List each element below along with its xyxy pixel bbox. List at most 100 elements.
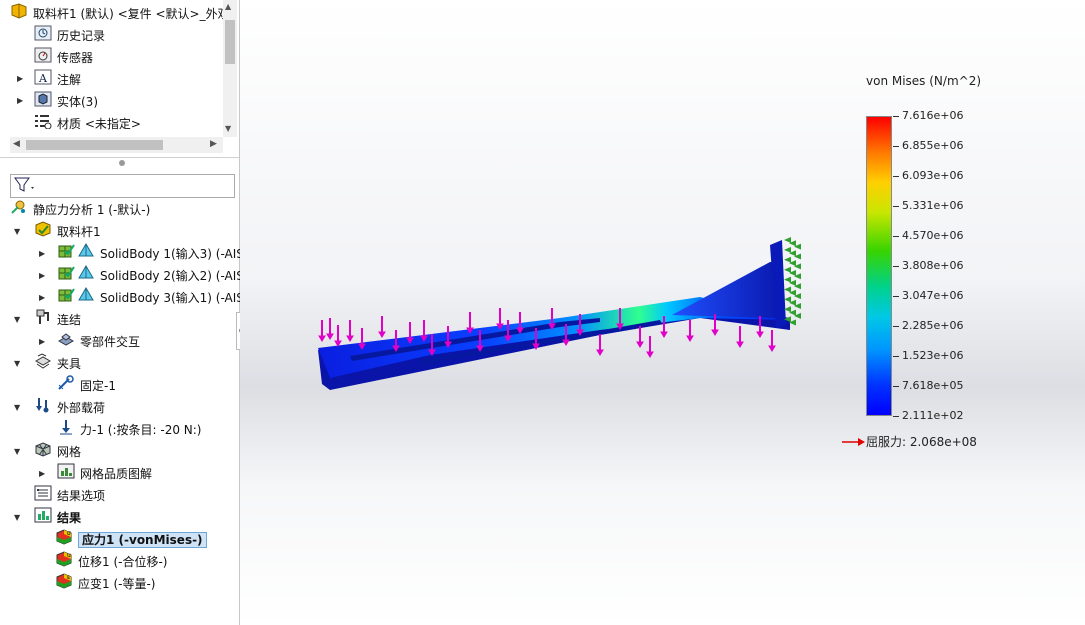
fixed-geometry-icon bbox=[57, 375, 75, 398]
solid-body-icon bbox=[77, 265, 95, 288]
sensors-item[interactable]: 传感器 bbox=[34, 47, 93, 68]
svg-text:ε: ε bbox=[67, 574, 70, 581]
yield-indicator: 屈服力: 2.068e+08 bbox=[842, 433, 977, 450]
svg-text:u: u bbox=[67, 552, 71, 559]
svg-text:A: A bbox=[38, 72, 48, 85]
fixture-marker bbox=[784, 276, 791, 283]
mesh-quality-item[interactable]: 网格品质图解 bbox=[57, 463, 152, 484]
static-study-item[interactable]: 静应力分析 1 (-默认-) bbox=[10, 199, 150, 220]
load-arrow-head bbox=[596, 349, 604, 356]
legend-tick-label: 3.047e+06 bbox=[902, 289, 964, 302]
tree-filter-input[interactable] bbox=[10, 174, 235, 198]
external-loads-item[interactable]: 外部载荷 bbox=[34, 397, 105, 418]
collapse-loads-icon[interactable]: ▼ bbox=[14, 403, 20, 412]
expand-interaction-icon[interactable]: ▶ bbox=[39, 337, 45, 346]
collapse-part-icon[interactable]: ▼ bbox=[14, 227, 20, 236]
feature-tree-panel: 取料杆1 (默认) <复件 <默认>_外观 历史记录 传感器 ▶ A 注解 ▶ … bbox=[0, 0, 248, 625]
force-1-item[interactable]: 力-1 (:按条目: -20 N:) bbox=[57, 419, 201, 440]
load-arrow-head bbox=[686, 335, 694, 342]
results-item[interactable]: 结果 bbox=[34, 507, 81, 528]
collapse-fixtures-icon[interactable]: ▼ bbox=[14, 359, 20, 368]
legend-tick-mark bbox=[893, 326, 899, 327]
expand-mesh-quality-icon[interactable]: ▶ bbox=[39, 469, 45, 478]
solid-body-icon bbox=[77, 243, 95, 266]
fixture-marker bbox=[784, 286, 791, 293]
displacement-1-item[interactable]: u 位移1 (-合位移-) bbox=[55, 551, 167, 572]
part-node-icon bbox=[34, 221, 52, 244]
history-item[interactable]: 历史记录 bbox=[34, 25, 105, 46]
legend-tick-label: 2.285e+06 bbox=[902, 319, 964, 332]
annotation-icon: A bbox=[34, 69, 52, 92]
collapse-mesh-icon[interactable]: ▼ bbox=[14, 447, 20, 456]
legend-tick-label: 7.616e+06 bbox=[902, 109, 964, 122]
collapse-connections-icon[interactable]: ▼ bbox=[14, 315, 20, 324]
component-interaction-item[interactable]: 零部件交互 bbox=[57, 331, 140, 352]
tree-horizontal-scrollbar[interactable]: ◀ ▶ bbox=[10, 137, 223, 153]
connections-item[interactable]: 连结 bbox=[34, 309, 81, 330]
force-arrow-icon bbox=[57, 419, 75, 442]
load-arrow-head bbox=[346, 335, 354, 342]
expand-body1-icon[interactable]: ▶ bbox=[39, 249, 45, 258]
load-arrow-head bbox=[378, 331, 386, 338]
scroll-left-icon[interactable]: ◀ bbox=[13, 139, 20, 149]
mesh-icon bbox=[34, 441, 52, 464]
sensor-icon bbox=[34, 47, 52, 70]
tree-vertical-scrollbar[interactable]: ▲ ▼ bbox=[223, 0, 237, 137]
legend-title: von Mises (N/m^2) bbox=[866, 74, 982, 88]
scroll-thumb[interactable] bbox=[225, 20, 235, 64]
legend-colorbar bbox=[866, 116, 892, 416]
part-root[interactable]: 取料杆1 (默认) <复件 <默认>_外观 bbox=[10, 3, 230, 24]
scroll-right-icon[interactable]: ▶ bbox=[210, 139, 217, 149]
mesh-item[interactable]: 网格 bbox=[34, 441, 81, 462]
expand-annotations-icon[interactable]: ▶ bbox=[17, 74, 23, 83]
expand-body2-icon[interactable]: ▶ bbox=[39, 271, 45, 280]
legend-tick-mark bbox=[893, 146, 899, 147]
solid-body-3-item[interactable]: SolidBody 3(输入1) (-AISI bbox=[57, 287, 247, 308]
mesh-check-icon bbox=[57, 243, 75, 266]
legend-tick-label: 1.523e+06 bbox=[902, 349, 964, 362]
scroll-down-icon[interactable]: ▼ bbox=[225, 124, 231, 133]
legend-tick-label: 6.855e+06 bbox=[902, 139, 964, 152]
result-options-item[interactable]: 结果选项 bbox=[34, 485, 105, 506]
yield-arrow-icon bbox=[842, 436, 866, 450]
fixtures-item[interactable]: 夹具 bbox=[34, 353, 81, 374]
part-node[interactable]: 取料杆1 bbox=[34, 221, 101, 242]
legend-tick-label: 6.093e+06 bbox=[902, 169, 964, 182]
mesh-check-icon bbox=[57, 265, 75, 288]
strain-1-item[interactable]: ε 应变1 (-等量-) bbox=[55, 573, 155, 594]
static-study-icon bbox=[10, 199, 28, 222]
component-interaction-icon bbox=[57, 331, 75, 354]
solid-body-1-item[interactable]: SolidBody 1(输入3) (-AISI bbox=[57, 243, 247, 264]
connections-icon bbox=[34, 309, 52, 332]
stress-1-item[interactable]: σ 应力1 (-vonMises-) bbox=[55, 529, 207, 550]
fixture-marker bbox=[784, 237, 791, 243]
gusset-face bbox=[672, 262, 778, 318]
splitter-handle[interactable] bbox=[119, 160, 125, 166]
svg-text:σ: σ bbox=[67, 530, 71, 537]
load-arrow-head bbox=[711, 329, 719, 336]
collapse-results-icon[interactable]: ▼ bbox=[14, 513, 20, 522]
load-arrow-head bbox=[562, 339, 570, 346]
load-arrow-head bbox=[318, 335, 326, 342]
material-item[interactable]: 材质 <未指定> bbox=[34, 113, 141, 134]
fixture-marker bbox=[784, 296, 791, 303]
expand-body3-icon[interactable]: ▶ bbox=[39, 293, 45, 302]
displacement-plot-icon: u bbox=[55, 551, 73, 574]
filter-icon[interactable] bbox=[14, 177, 36, 196]
load-arrow-head bbox=[660, 331, 668, 338]
scroll-up-icon[interactable]: ▲ bbox=[225, 2, 231, 11]
fixed-1-item[interactable]: 固定-1 bbox=[57, 375, 116, 396]
annotations-item[interactable]: A 注解 bbox=[34, 69, 81, 90]
graphics-viewport[interactable]: von Mises (N/m^2) 7.616e+06 6.855e+06 6.09… bbox=[240, 0, 1085, 625]
mesh-check-icon bbox=[57, 287, 75, 310]
load-arrow-head bbox=[736, 341, 744, 348]
legend-tick-mark bbox=[893, 266, 899, 267]
hscroll-thumb[interactable] bbox=[26, 140, 163, 150]
fixture-marker bbox=[784, 246, 791, 253]
fea-model[interactable] bbox=[240, 0, 1085, 625]
legend-tick-mark bbox=[893, 206, 899, 207]
expand-solid-bodies-icon[interactable]: ▶ bbox=[17, 96, 23, 105]
solid-body-2-item[interactable]: SolidBody 2(输入2) (-AISI bbox=[57, 265, 247, 286]
solid-bodies-item[interactable]: 实体(3) bbox=[34, 91, 98, 112]
result-options-icon bbox=[34, 485, 52, 508]
